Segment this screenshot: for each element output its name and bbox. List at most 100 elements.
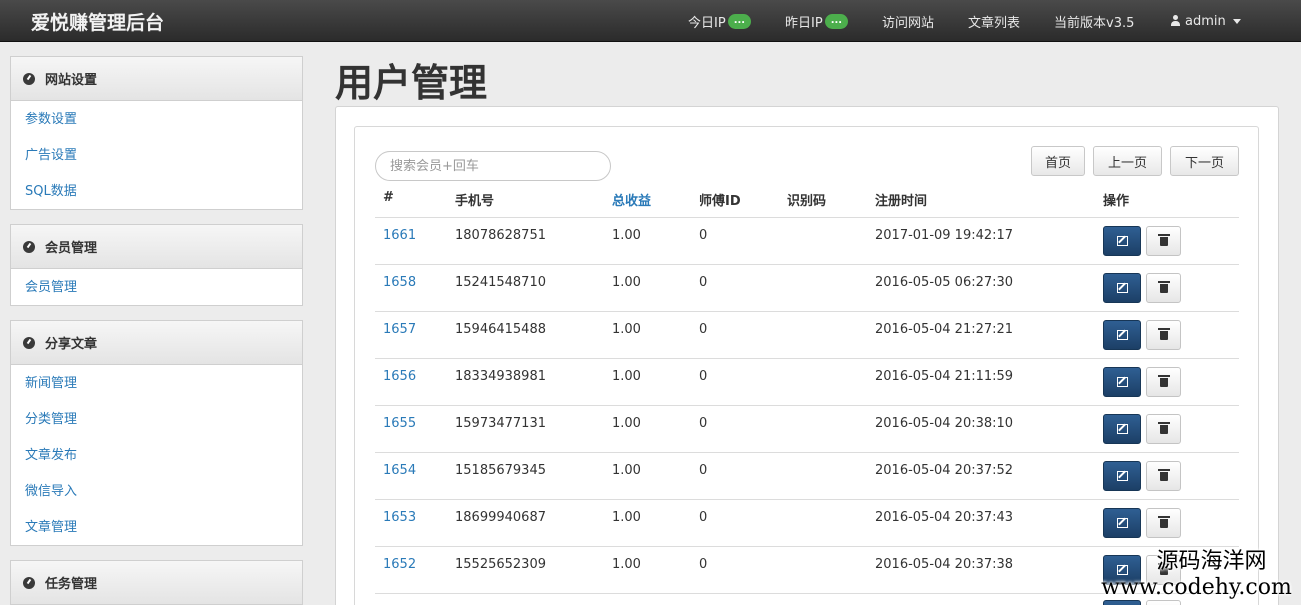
panel-title: 分享文章 bbox=[45, 337, 98, 352]
row-master-id: 0 bbox=[699, 275, 708, 290]
column-header-registered: 注册时间 bbox=[875, 194, 928, 209]
row-earnings: 1.00 bbox=[612, 416, 641, 431]
row-master-id: 0 bbox=[699, 416, 708, 431]
row-master-id: 0 bbox=[699, 463, 708, 478]
edit-button[interactable] bbox=[1103, 508, 1141, 538]
edit-button[interactable] bbox=[1103, 461, 1141, 491]
row-divider bbox=[375, 452, 1239, 453]
app-title[interactable]: 爱悦赚管理后台 bbox=[31, 8, 164, 35]
row-divider bbox=[375, 546, 1239, 547]
row-id-link[interactable]: 1652 bbox=[383, 557, 416, 572]
row-id-link[interactable]: 1657 bbox=[383, 322, 416, 337]
row-earnings: 1.00 bbox=[612, 557, 641, 572]
edit-button[interactable] bbox=[1103, 226, 1141, 256]
today-ip-badge: ... bbox=[727, 13, 752, 29]
row-master-id: 0 bbox=[699, 322, 708, 337]
edit-button[interactable] bbox=[1103, 320, 1141, 350]
watermark-line2: www.codehy.com bbox=[1101, 575, 1292, 600]
row-phone: 18334938981 bbox=[455, 369, 546, 384]
column-header-code: 识别码 bbox=[787, 194, 827, 209]
sidebar-item-categories[interactable]: 分类管理 bbox=[11, 402, 302, 438]
watermark: 源码海洋网 www.codehy.com bbox=[1092, 549, 1301, 601]
row-registered: 2016-05-04 20:37:52 bbox=[875, 463, 1014, 478]
sidebar-panel-site-settings: 网站设置 参数设置 广告设置 SQL数据 bbox=[10, 56, 303, 210]
row-earnings: 1.00 bbox=[612, 463, 641, 478]
prev-page-button[interactable]: 上一页 bbox=[1093, 146, 1162, 176]
panel-header-site-settings[interactable]: 网站设置 bbox=[11, 57, 302, 101]
edit-icon bbox=[1116, 424, 1128, 434]
edit-icon bbox=[1116, 236, 1128, 246]
nav-version: 当前版本v3.5 bbox=[1054, 15, 1135, 31]
row-id-link[interactable]: 1655 bbox=[383, 416, 416, 431]
row-divider bbox=[375, 405, 1239, 406]
yesterday-ip-label: 昨日IP bbox=[785, 15, 823, 31]
row-id-link[interactable]: 1658 bbox=[383, 275, 416, 290]
next-page-button[interactable]: 下一页 bbox=[1170, 146, 1239, 176]
row-earnings: 1.00 bbox=[612, 275, 641, 290]
delete-button[interactable] bbox=[1146, 461, 1181, 491]
column-header-earnings[interactable]: 总收益 bbox=[612, 190, 651, 209]
row-earnings: 1.00 bbox=[612, 510, 641, 525]
panel-header-articles[interactable]: 分享文章 bbox=[11, 321, 302, 365]
row-id-link[interactable]: 1654 bbox=[383, 463, 416, 478]
row-master-id: 0 bbox=[699, 369, 708, 384]
edit-button[interactable] bbox=[1103, 367, 1141, 397]
delete-button[interactable] bbox=[1146, 226, 1181, 256]
sidebar-item-publish[interactable]: 文章发布 bbox=[11, 438, 302, 474]
member-search-input[interactable] bbox=[375, 151, 611, 181]
edit-icon bbox=[1116, 518, 1128, 528]
sidebar-item-sql[interactable]: SQL数据 bbox=[11, 174, 302, 210]
sidebar-item-article-management[interactable]: 文章管理 bbox=[11, 510, 302, 546]
edit-icon bbox=[1116, 471, 1128, 481]
trash-icon bbox=[1157, 421, 1170, 434]
delete-button[interactable] bbox=[1146, 273, 1181, 303]
row-divider bbox=[375, 358, 1239, 359]
user-menu[interactable]: admin bbox=[1170, 0, 1241, 42]
today-ip-label: 今日IP bbox=[688, 15, 726, 31]
panel-title: 网站设置 bbox=[45, 73, 98, 88]
sidebar-panel-articles: 分享文章 新闻管理 分类管理 文章发布 微信导入 文章管理 bbox=[10, 320, 303, 546]
delete-button[interactable] bbox=[1146, 414, 1181, 444]
row-registered: 2016-05-04 20:37:38 bbox=[875, 557, 1014, 572]
first-page-button[interactable]: 首页 bbox=[1031, 146, 1085, 176]
trash-icon bbox=[1157, 327, 1170, 340]
panel-header-members[interactable]: 会员管理 bbox=[11, 225, 302, 269]
edit-button[interactable] bbox=[1103, 414, 1141, 444]
column-header-id: # bbox=[383, 190, 394, 205]
row-phone: 18699940687 bbox=[455, 510, 546, 525]
row-divider bbox=[375, 311, 1239, 312]
nav-yesterday-ip[interactable]: 昨日IP ... bbox=[785, 0, 849, 42]
header-divider bbox=[375, 217, 1239, 218]
sidebar-item-params[interactable]: 参数设置 bbox=[11, 102, 302, 138]
panel-title: 任务管理 bbox=[45, 577, 98, 592]
sidebar-item-wechat-import[interactable]: 微信导入 bbox=[11, 474, 302, 510]
trash-icon bbox=[1157, 280, 1170, 293]
edit-icon bbox=[1116, 330, 1128, 340]
row-registered: 2016-05-04 21:11:59 bbox=[875, 369, 1014, 384]
row-phone: 15973477131 bbox=[455, 416, 546, 431]
row-master-id: 0 bbox=[699, 228, 708, 243]
row-id-link[interactable]: 1653 bbox=[383, 510, 416, 525]
row-id-link[interactable]: 1656 bbox=[383, 369, 416, 384]
column-header-master-id: 师傅ID bbox=[699, 194, 741, 209]
row-divider bbox=[375, 264, 1239, 265]
delete-button[interactable] bbox=[1146, 508, 1181, 538]
row-registered: 2016-05-04 20:38:10 bbox=[875, 416, 1014, 431]
dashboard-icon bbox=[23, 72, 35, 85]
row-id-link[interactable]: 1661 bbox=[383, 228, 416, 243]
row-registered: 2017-01-09 19:42:17 bbox=[875, 228, 1014, 243]
panel-header-tasks[interactable]: 任务管理 bbox=[11, 561, 302, 605]
nav-visit-site[interactable]: 访问网站 bbox=[882, 0, 934, 42]
delete-button[interactable] bbox=[1146, 367, 1181, 397]
row-divider bbox=[375, 499, 1239, 500]
nav-today-ip[interactable]: 今日IP ... bbox=[688, 0, 752, 42]
sidebar-item-member-management[interactable]: 会员管理 bbox=[11, 270, 302, 306]
nav-article-list[interactable]: 文章列表 bbox=[968, 0, 1020, 42]
panel-title: 会员管理 bbox=[45, 241, 98, 256]
delete-button[interactable] bbox=[1146, 320, 1181, 350]
sidebar-item-ads[interactable]: 广告设置 bbox=[11, 138, 302, 174]
row-phone: 15525652309 bbox=[455, 557, 546, 572]
dashboard-icon bbox=[23, 336, 35, 349]
edit-button[interactable] bbox=[1103, 273, 1141, 303]
sidebar-item-news[interactable]: 新闻管理 bbox=[11, 366, 302, 402]
